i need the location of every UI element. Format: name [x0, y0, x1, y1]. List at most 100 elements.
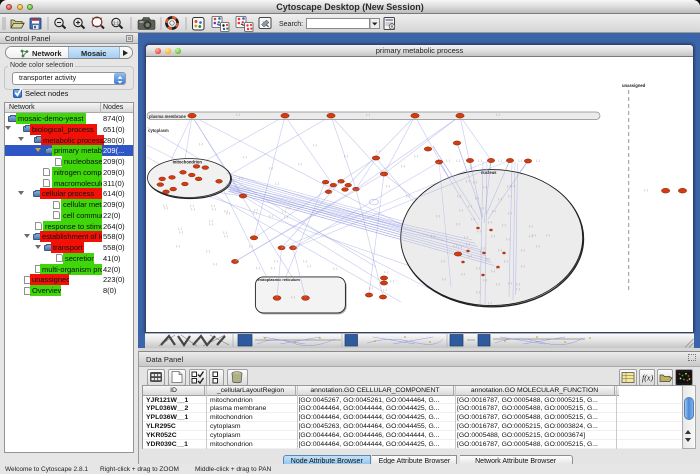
svg-text:[...]: [...]	[491, 234, 495, 238]
svg-text:[...]: [...]	[369, 286, 373, 290]
svg-text:[...]: [...]	[481, 246, 485, 250]
svg-text:[...]: [...]	[504, 259, 508, 263]
svg-text:[...]: [...]	[212, 207, 216, 211]
svg-text:[...]: [...]	[414, 154, 418, 158]
svg-text:[...]: [...]	[529, 224, 533, 228]
svg-text:[...]: [...]	[431, 234, 435, 238]
svg-text:[...]: [...]	[475, 196, 479, 200]
svg-text:[...]: [...]	[275, 182, 279, 186]
svg-text:mitochondrion: mitochondrion	[173, 160, 203, 165]
svg-text:[...]: [...]	[486, 257, 490, 261]
svg-text:[...]: [...]	[401, 164, 405, 168]
svg-text:[...]: [...]	[249, 244, 253, 248]
svg-text:[...]: [...]	[488, 301, 492, 305]
svg-text:[...]: [...]	[213, 262, 217, 266]
svg-text:[...]: [...]	[164, 206, 168, 210]
svg-text:[...]: [...]	[480, 206, 484, 210]
svg-text:[...]: [...]	[532, 233, 536, 237]
svg-text:[...]: [...]	[442, 277, 446, 281]
svg-text:[...]: [...]	[291, 295, 295, 299]
svg-text:[...]: [...]	[498, 197, 502, 201]
svg-text:[...]: [...]	[483, 278, 487, 282]
svg-text:Search:: Search:	[279, 21, 303, 28]
svg-text:[...]: [...]	[459, 208, 463, 212]
svg-text:[...]: [...]	[206, 249, 210, 253]
svg-text:[...]: [...]	[476, 266, 480, 270]
svg-text:[...]: [...]	[518, 159, 522, 163]
svg-text:[...]: [...]	[274, 259, 278, 263]
svg-text:[...]: [...]	[269, 166, 273, 170]
svg-text:cytoplasm: cytoplasm	[148, 128, 169, 133]
svg-text:[...]: [...]	[521, 264, 525, 268]
svg-text:[...]: [...]	[286, 206, 290, 210]
svg-text:[...]: [...]	[271, 266, 275, 270]
svg-text:[...]: [...]	[456, 159, 460, 163]
svg-text:[...]: [...]	[282, 210, 286, 214]
svg-text:[...]: [...]	[492, 209, 496, 213]
svg-text:[...]: [...]	[253, 211, 257, 215]
svg-text:[...]: [...]	[536, 244, 540, 248]
svg-text:[...]: [...]	[366, 113, 370, 117]
svg-text:[...]: [...]	[471, 217, 475, 221]
svg-text:[...]: [...]	[464, 235, 468, 239]
svg-text:[...]: [...]	[478, 159, 482, 163]
svg-text:[...]: [...]	[644, 188, 648, 192]
svg-text:[...]: [...]	[390, 279, 394, 283]
svg-text:[...]: [...]	[453, 244, 457, 248]
svg-text:[...]: [...]	[508, 281, 512, 285]
svg-text:[...]: [...]	[243, 155, 247, 159]
svg-text:[...]: [...]	[209, 222, 213, 226]
svg-text:[...]: [...]	[239, 176, 243, 180]
svg-text:[...]: [...]	[199, 142, 203, 146]
svg-text:[...]: [...]	[498, 159, 502, 163]
svg-text:[...]: [...]	[508, 211, 512, 215]
svg-text:[...]: [...]	[536, 159, 540, 163]
svg-text:[...]: [...]	[476, 290, 480, 294]
svg-text:[...]: [...]	[384, 270, 388, 274]
svg-text:[...]: [...]	[516, 287, 520, 291]
svg-text:[...]: [...]	[546, 233, 550, 237]
svg-text:[...]: [...]	[224, 234, 228, 238]
svg-text:[...]: [...]	[516, 282, 520, 286]
svg-text:[...]: [...]	[461, 272, 465, 276]
svg-text:[...]: [...]	[179, 230, 183, 234]
svg-text:[...]: [...]	[441, 259, 445, 263]
svg-text:[...]: [...]	[386, 184, 390, 188]
svg-text:[...]: [...]	[488, 220, 492, 224]
svg-text:[...]: [...]	[468, 254, 472, 258]
svg-text:[...]: [...]	[284, 215, 288, 219]
svg-text:[...]: [...]	[436, 214, 440, 218]
svg-text:[...]: [...]	[307, 264, 311, 268]
svg-text:plasma membrane: plasma membrane	[149, 114, 186, 119]
svg-text:[...]: [...]	[236, 113, 240, 117]
svg-text:unassigned: unassigned	[622, 83, 646, 88]
svg-text:[...]: [...]	[383, 288, 387, 292]
svg-text:[...]: [...]	[477, 229, 481, 233]
svg-text:[...]: [...]	[313, 143, 317, 147]
svg-text:[...]: [...]	[446, 159, 450, 163]
svg-text:[...]: [...]	[491, 269, 495, 273]
svg-text:[...]: [...]	[191, 207, 195, 211]
svg-text:[...]: [...]	[457, 194, 461, 198]
svg-text:[...]: [...]	[496, 113, 500, 117]
svg-text:[...]: [...]	[502, 223, 506, 227]
svg-text:[...]: [...]	[256, 266, 260, 270]
svg-text:[...]: [...]	[506, 237, 510, 241]
svg-text:[...]: [...]	[466, 179, 470, 183]
svg-text:[...]: [...]	[226, 211, 230, 215]
svg-text:[...]: [...]	[376, 149, 380, 153]
svg-text:[...]: [...]	[496, 282, 500, 286]
svg-text:[...]: [...]	[344, 154, 348, 158]
svg-text:[...]: [...]	[269, 214, 273, 218]
svg-text:[...]: [...]	[483, 185, 487, 189]
svg-text:[...]: [...]	[521, 248, 525, 252]
svg-text:[...]: [...]	[498, 248, 502, 252]
svg-text:[...]: [...]	[333, 267, 337, 271]
svg-text:[...]: [...]	[176, 244, 180, 248]
svg-text:1:1: 1:1	[113, 20, 120, 25]
svg-text:[...]: [...]	[466, 242, 470, 246]
svg-text:f(x): f(x)	[642, 374, 653, 383]
svg-text:[...]: [...]	[298, 162, 302, 166]
svg-text:[...]: [...]	[303, 259, 307, 263]
svg-text:[...]: [...]	[458, 245, 462, 249]
